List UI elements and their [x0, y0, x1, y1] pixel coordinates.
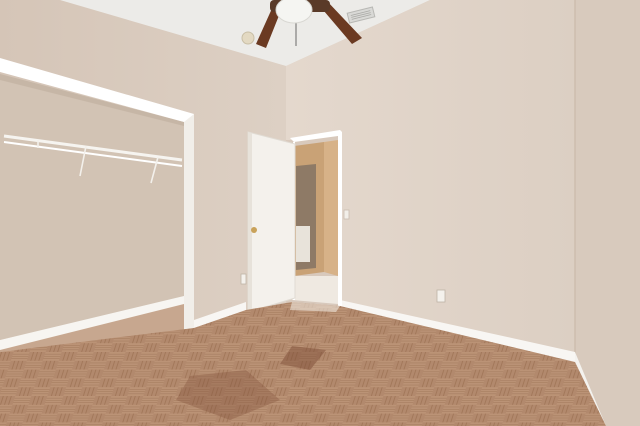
wall-outlet-right	[436, 289, 446, 303]
ceiling-detector	[241, 31, 255, 45]
corner-wall	[575, 0, 640, 426]
interior-door[interactable]	[247, 131, 296, 313]
hallway-floor	[292, 276, 338, 304]
bedroom-photo	[0, 0, 640, 426]
bedroom-illustration	[0, 0, 640, 426]
wall-outlet-left	[240, 273, 247, 285]
light-switch	[343, 209, 350, 220]
fan-light	[275, 0, 313, 24]
door-knob[interactable]	[251, 227, 257, 233]
